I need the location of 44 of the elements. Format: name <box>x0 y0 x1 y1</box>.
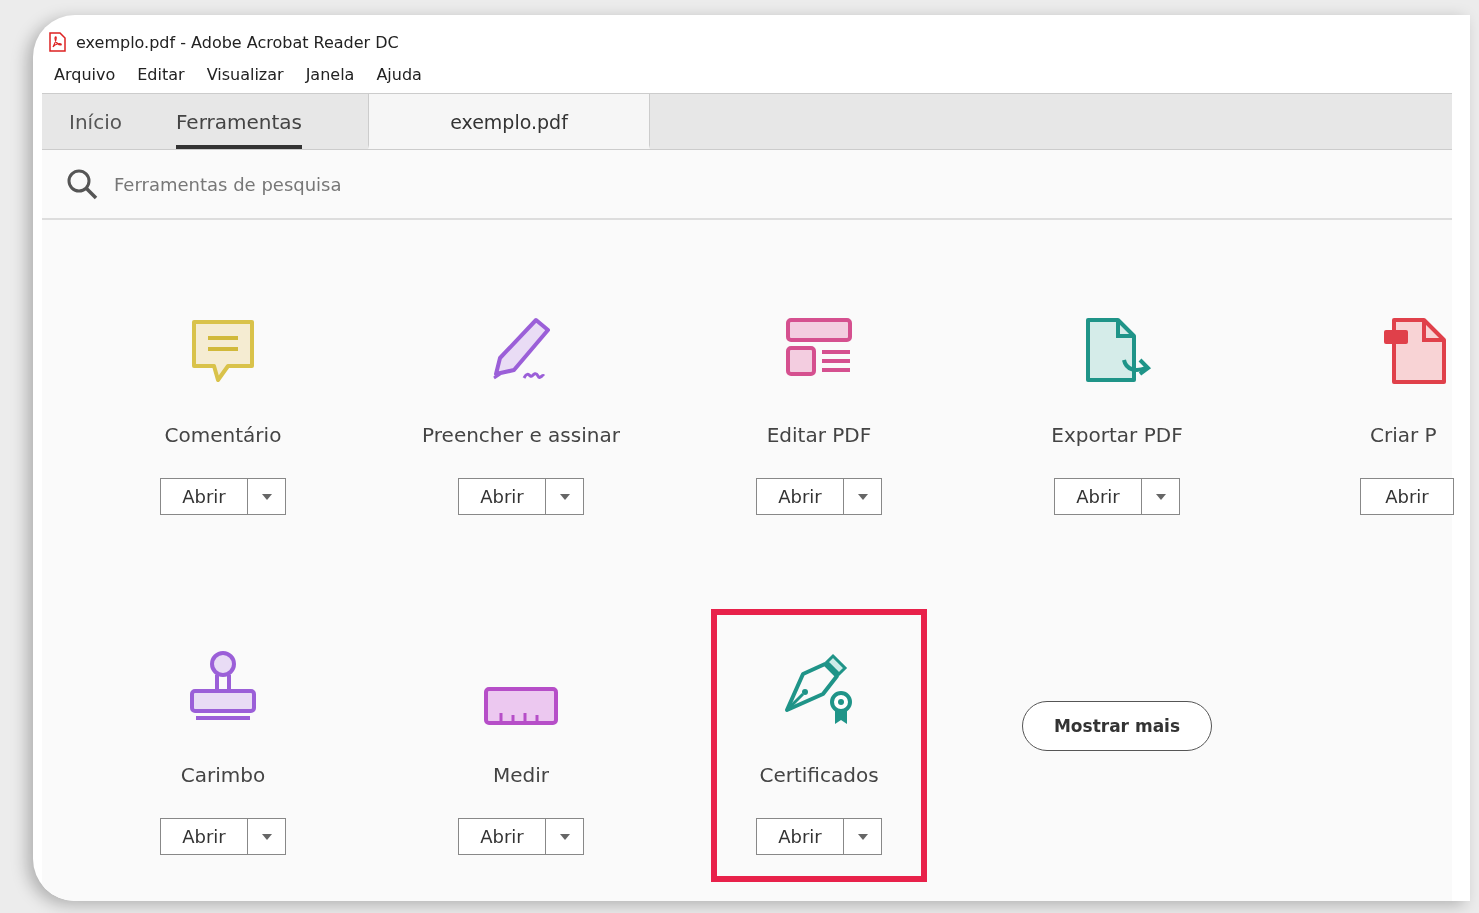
tool-name: Editar PDF <box>766 423 872 447</box>
open-button[interactable]: Abrir <box>1360 478 1454 515</box>
tool-name: Carimbo <box>180 763 266 787</box>
menu-item[interactable]: Ajuda <box>376 64 422 84</box>
tool-name: Comentário <box>164 423 282 447</box>
caret-icon <box>261 833 272 840</box>
tab[interactable]: Início <box>69 94 122 149</box>
menu-item[interactable]: Visualizar <box>206 64 284 84</box>
open-button[interactable]: Abrir <box>756 818 844 855</box>
menu-item[interactable]: Janela <box>305 64 355 84</box>
tool-name: Exportar PDF <box>1051 423 1183 447</box>
document-tab[interactable]: exemplo.pdf <box>368 94 650 149</box>
caret-icon <box>559 493 570 500</box>
tool-name: Criar P <box>1369 423 1437 447</box>
dropdown-button[interactable] <box>248 478 286 515</box>
dropdown-button[interactable] <box>1142 478 1180 515</box>
dropdown-button[interactable] <box>546 818 584 855</box>
open-button[interactable]: Abrir <box>458 478 546 515</box>
menu-item[interactable]: Editar <box>137 64 185 84</box>
dropdown-button[interactable] <box>248 818 286 855</box>
open-button[interactable]: Abrir <box>458 818 546 855</box>
dropdown-button[interactable] <box>844 478 882 515</box>
caret-icon <box>857 833 868 840</box>
search-icon <box>66 168 98 200</box>
dropdown-button[interactable] <box>546 478 584 515</box>
show-more-button[interactable]: Mostrar mais <box>1022 700 1212 751</box>
tool-name: Medir <box>492 763 549 787</box>
ruler-icon <box>483 686 559 726</box>
search-field[interactable]: Ferramentas de pesquisa <box>112 172 516 196</box>
tool-name: Certificados <box>759 763 879 787</box>
open-button[interactable]: Abrir <box>1054 478 1142 515</box>
caret-icon <box>1155 493 1166 500</box>
open-button[interactable]: Abrir <box>160 478 248 515</box>
document-icon <box>1382 316 1448 386</box>
menu-item[interactable]: Arquivo <box>54 64 116 84</box>
dropdown-button[interactable] <box>844 818 882 855</box>
caret-icon <box>857 493 868 500</box>
open-button[interactable]: Abrir <box>756 478 844 515</box>
caret-icon <box>261 493 272 500</box>
tool-name: Preencher e assinar <box>422 423 620 447</box>
pdf-file-icon <box>48 32 66 52</box>
window-title: exemplo.pdf - Adobe Acrobat Reader DC <box>76 32 399 52</box>
open-button[interactable]: Abrir <box>160 818 248 855</box>
caret-icon <box>559 833 570 840</box>
